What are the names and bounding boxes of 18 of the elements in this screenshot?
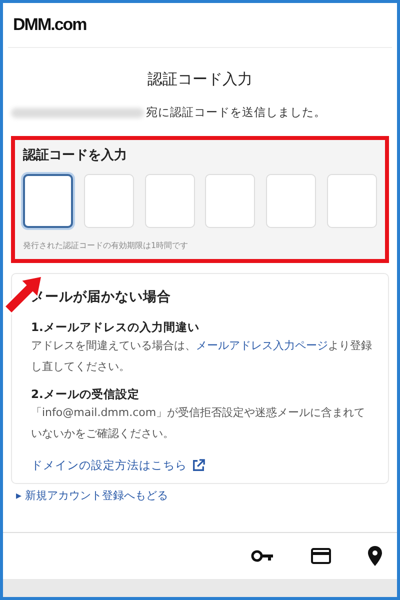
sent-message: 宛に認証コードを送信しました。 [146, 105, 326, 120]
card-icon[interactable] [311, 548, 331, 564]
logo[interactable]: DMM.com [13, 15, 86, 35]
key-icon[interactable] [251, 549, 275, 563]
email-input-link[interactable]: メールアドレス入力ページ [196, 339, 328, 352]
section-text: アドレスを間違えている場合は、メールアドレス入力ページより登録し直してください。 [31, 338, 373, 375]
expiry-note: 発行された認証コードの有効期限は1時間です [23, 240, 190, 251]
section-text: 「info@mail.dmm.com」が受信拒否設定や迷惑メールに含まれていないかをご確認ください。 [31, 405, 366, 442]
section-title: 2.メールの受信設定 [31, 387, 140, 402]
code-label: 認証コードを入力 [23, 146, 128, 164]
pointer-arrow [3, 275, 43, 315]
external-link-icon [192, 459, 205, 472]
code-digit-field[interactable] [23, 174, 73, 228]
location-pin-icon[interactable] [367, 545, 383, 567]
back-link[interactable]: ▸ 新規アカウント登録へもどる [16, 488, 392, 503]
domain-settings-link[interactable]: ドメインの設定方法はこちら [31, 458, 205, 473]
section-title: 1.メールアドレスの入力間違い [31, 320, 200, 335]
page-title: 認証コード入力 [146, 70, 254, 89]
